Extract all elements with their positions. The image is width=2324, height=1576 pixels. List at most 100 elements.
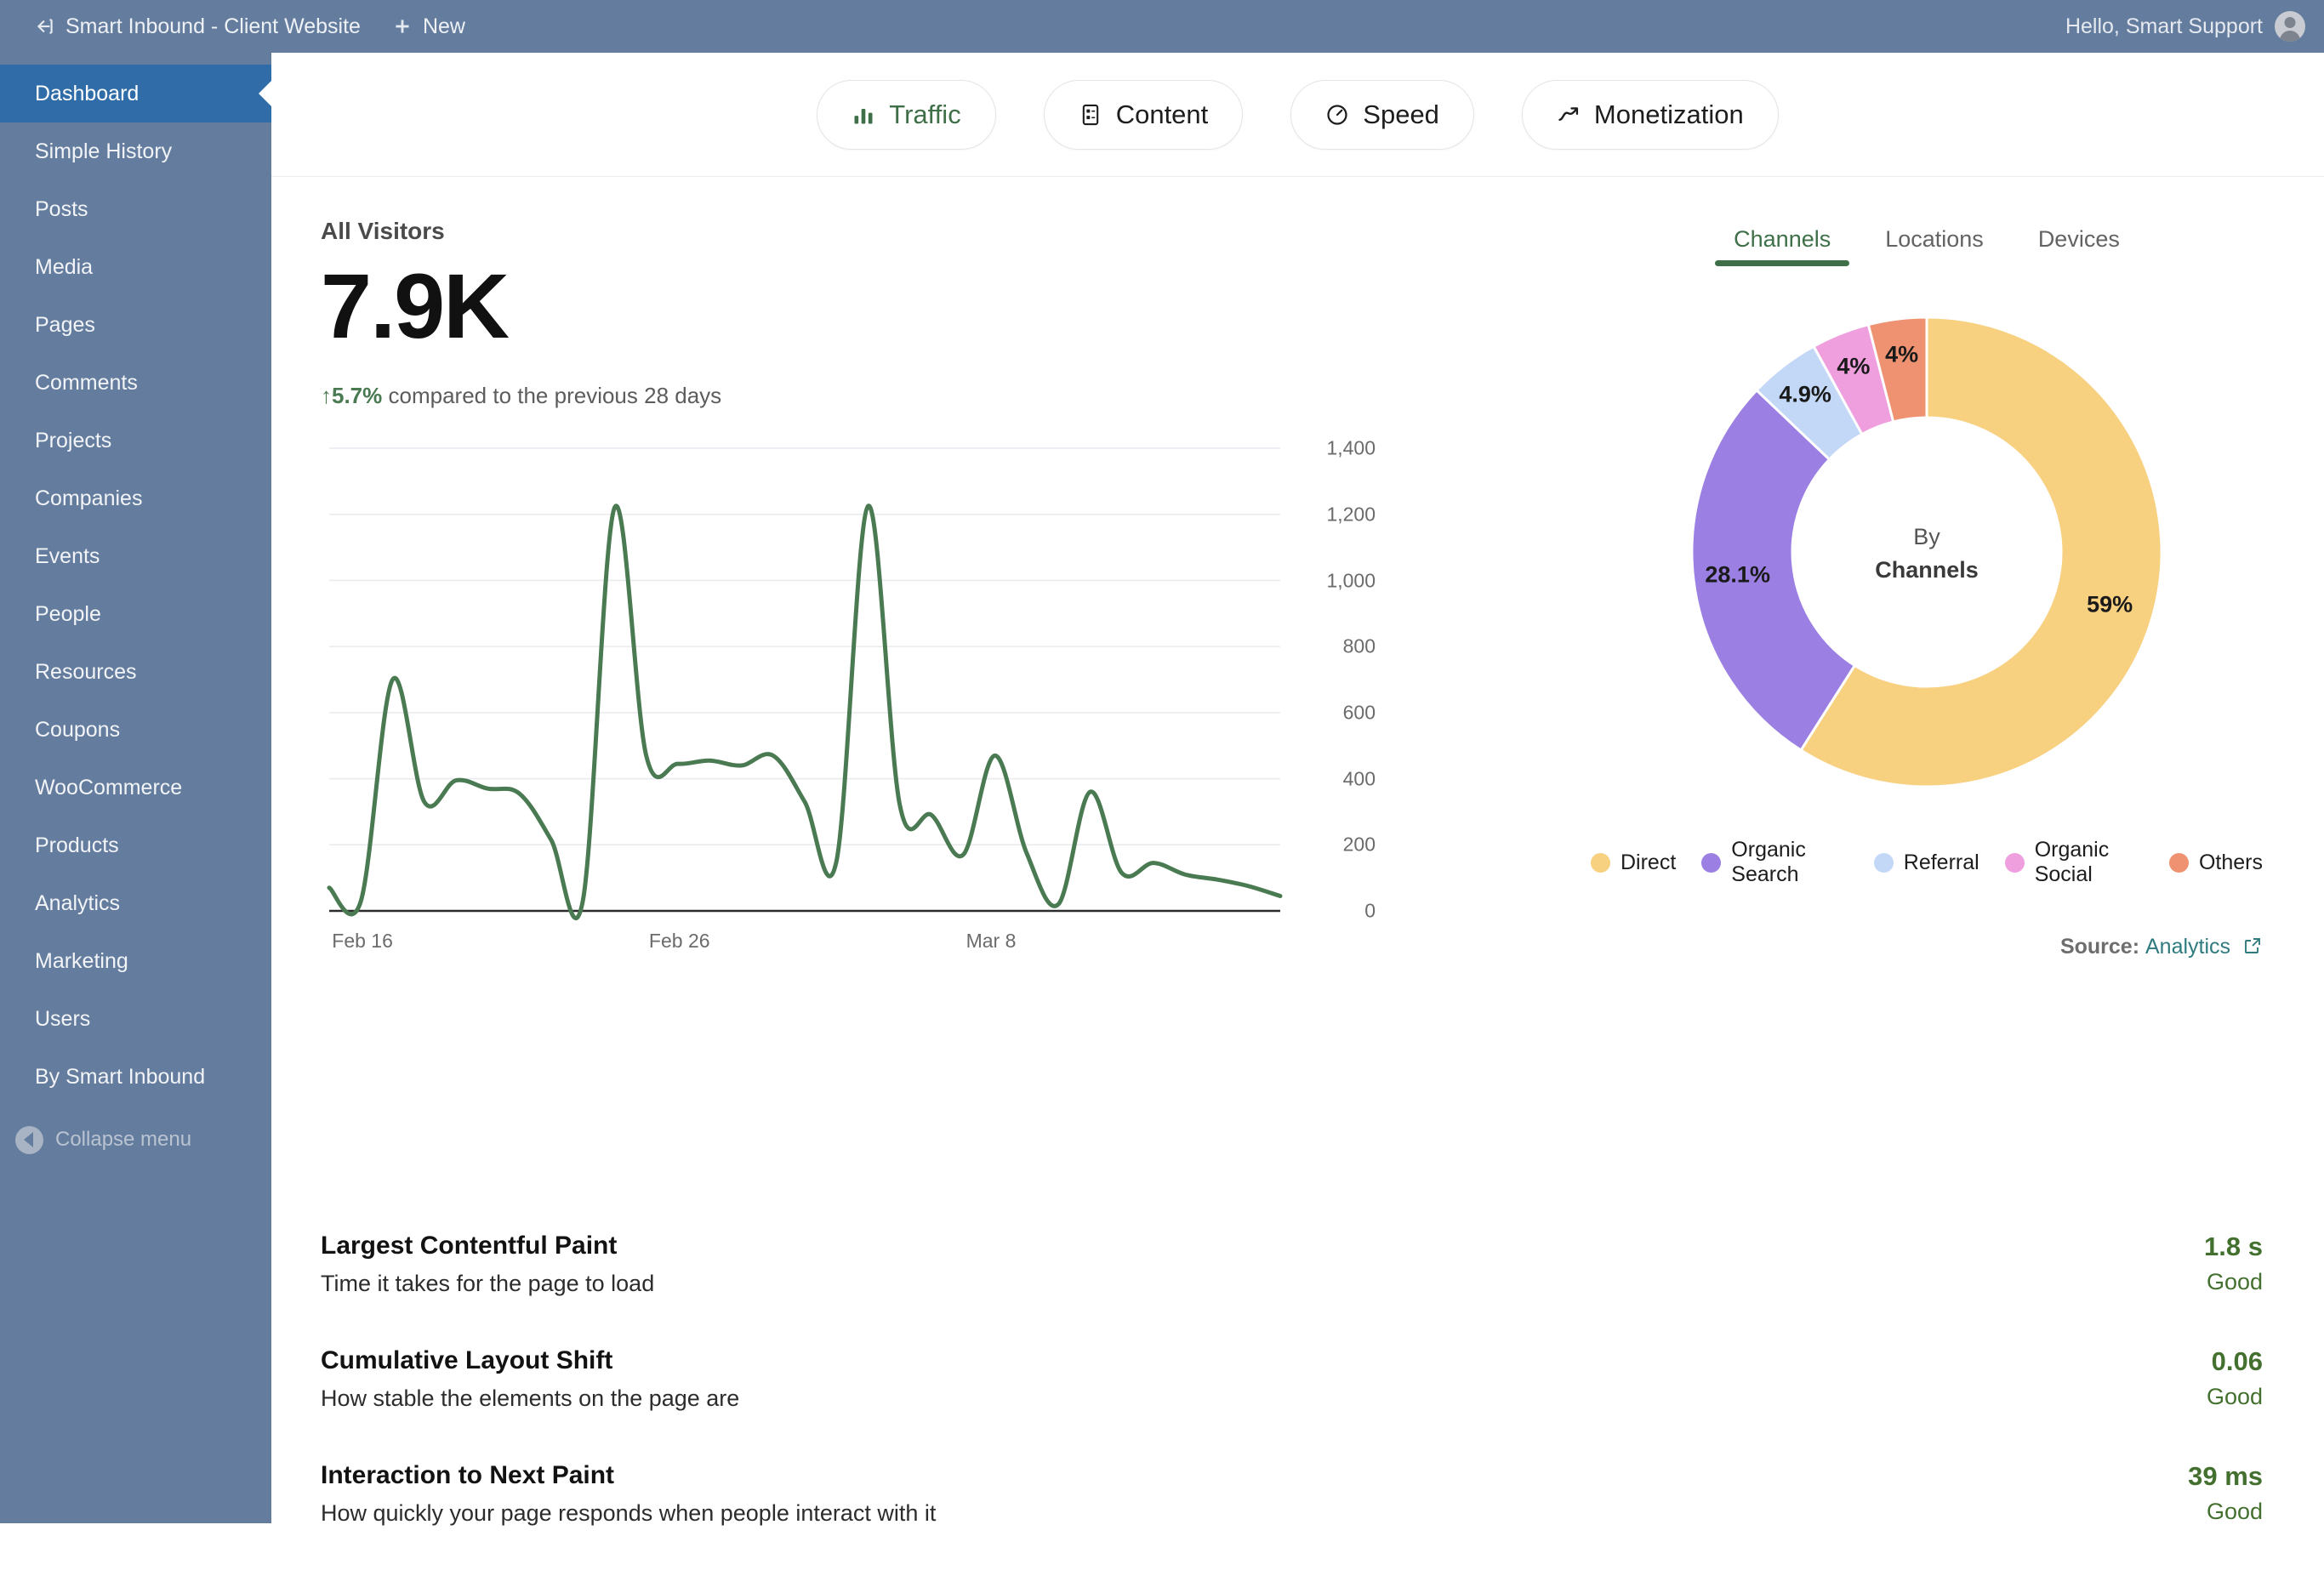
segment-tabs: Channels Locations Devices — [1591, 218, 2263, 266]
sidebar-menu: Dashboard Simple History Posts Media Pages Co… — [0, 65, 271, 1106]
metric-title: Cumulative Layout Shift — [321, 1346, 613, 1374]
content-layout-icon — [1079, 103, 1102, 127]
channels-donut-chart[interactable]: By Channels 59% 28.1% 4.9% 4% 4% — [1591, 282, 2263, 826]
sidebar-item-label: Projects — [35, 428, 112, 452]
donut-center-line1: By — [1913, 523, 1940, 549]
gauge-icon — [1325, 103, 1349, 127]
sidebar-item-users[interactable]: Users — [0, 990, 271, 1048]
metric-row: Cumulative Layout Shift How stable the el… — [321, 1346, 2263, 1412]
metric-description: How stable the elements on the page are — [321, 1385, 740, 1411]
channels-panel: Channels Locations Devices By Channels 5… — [1591, 218, 2263, 962]
metric-status: Good — [2206, 1384, 2263, 1409]
sidebar-item-people[interactable]: People — [0, 585, 271, 643]
sidebar-item-resources[interactable]: Resources — [0, 643, 271, 701]
donut-slice-label: 4% — [1885, 341, 1919, 367]
legend-item-referral[interactable]: Referral — [1873, 851, 1979, 875]
admin-bar-left: Smart Inbound - Client Website New — [0, 0, 481, 53]
metric-text: Interaction to Next Paint How quickly you… — [321, 1461, 936, 1527]
sidebar-item-companies[interactable]: Companies — [0, 469, 271, 527]
legend-label: Others — [2198, 850, 2263, 874]
metric-description: Time it takes for the page to load — [321, 1271, 655, 1296]
donut-legend: Direct Organic Search Referral Organic Soci… — [1591, 838, 2263, 887]
sidebar-item-label: Comments — [35, 370, 138, 395]
sidebar-item-comments[interactable]: Comments — [0, 354, 271, 412]
sidebar-item-label: Users — [35, 1006, 91, 1031]
delta-comparison-text: compared to the previous 28 days — [388, 383, 722, 409]
y-tick-label: 600 — [1342, 701, 1376, 724]
y-tick-label: 400 — [1342, 767, 1376, 790]
avatar — [2275, 11, 2305, 42]
sidebar-item-simple-history[interactable]: Simple History — [0, 122, 271, 180]
tab-traffic-label: Traffic — [889, 99, 961, 129]
tab-monetization[interactable]: Monetization — [1521, 79, 1779, 150]
segment-tab-locations[interactable]: Locations — [1858, 218, 2011, 266]
source-analytics-link[interactable]: Analytics — [2145, 935, 2230, 959]
sidebar-item-events[interactable]: Events — [0, 527, 271, 585]
sidebar-item-marketing[interactable]: Marketing — [0, 932, 271, 990]
legend-item-direct[interactable]: Direct — [1591, 851, 1676, 875]
segment-tab-devices[interactable]: Devices — [2011, 218, 2147, 266]
dashboard-tabbar: Traffic Content Speed Monetization — [271, 53, 2324, 177]
legend-label: Direct — [1621, 850, 1677, 874]
back-arrow-icon — [34, 15, 56, 37]
legend-item-organic-search[interactable]: Organic Search — [1701, 838, 1848, 887]
sidebar-item-pages[interactable]: Pages — [0, 296, 271, 354]
legend-label: Organic Social — [2034, 838, 2110, 886]
sidebar-item-projects[interactable]: Projects — [0, 412, 271, 469]
metric-status: Good — [2206, 1269, 2263, 1294]
tab-speed[interactable]: Speed — [1290, 79, 1474, 150]
sidebar-item-analytics[interactable]: Analytics — [0, 874, 271, 932]
metric-row: Interaction to Next Paint How quickly you… — [321, 1461, 2263, 1527]
legend-item-others[interactable]: Others — [2168, 850, 2263, 875]
traffic-panel: All Visitors 7.9K ↑5.7% compared to the … — [271, 177, 2324, 1526]
delta-arrow-icon: ↑ — [321, 383, 332, 409]
sidebar-item-label: Pages — [35, 312, 95, 337]
sidebar-item-products[interactable]: Products — [0, 816, 271, 874]
y-tick-label: 1,200 — [1326, 503, 1376, 526]
metric-value: 0.06 — [2211, 1346, 2263, 1376]
sidebar-item-woocommerce[interactable]: WooCommerce — [0, 759, 271, 816]
legend-color-swatch — [1701, 852, 1722, 873]
collapse-menu-button[interactable]: Collapse menu — [0, 1111, 271, 1169]
metric-title: Interaction to Next Paint — [321, 1461, 615, 1489]
new-label: New — [422, 14, 465, 38]
sidebar-item-media[interactable]: Media — [0, 238, 271, 296]
donut-slice-label: 4% — [1837, 353, 1871, 379]
metric-text: Cumulative Layout Shift How stable the el… — [321, 1346, 739, 1412]
sidebar-item-by-smart-inbound[interactable]: By Smart Inbound — [0, 1048, 271, 1106]
legend-color-swatch — [1591, 852, 1610, 873]
sidebar-item-label: Resources — [35, 659, 137, 684]
legend-item-organic-social[interactable]: Organic Social — [2004, 838, 2144, 887]
sidebar-item-label: Dashboard — [35, 81, 140, 105]
tab-traffic[interactable]: Traffic — [817, 79, 996, 150]
account-menu[interactable]: Hello, Smart Support — [2065, 11, 2324, 42]
y-tick-label: 800 — [1342, 634, 1376, 657]
y-tick-label: 1,000 — [1326, 569, 1376, 592]
external-link-icon[interactable] — [2242, 936, 2263, 962]
donut-center-line2: Channels — [1875, 557, 1979, 583]
y-tick-label: 0 — [1364, 899, 1376, 922]
metric-value: 39 ms — [2188, 1461, 2263, 1491]
tab-content[interactable]: Content — [1043, 79, 1244, 150]
sidebar-item-label: Analytics — [35, 890, 121, 915]
site-name-link[interactable]: Smart Inbound - Client Website — [19, 0, 376, 53]
x-tick-label: Mar 8 — [965, 930, 1017, 953]
main-content: Traffic Content Speed Monetization All V… — [271, 53, 2324, 1526]
sidebar-item-label: By Smart Inbound — [35, 1064, 206, 1089]
bar-chart-icon — [852, 103, 875, 127]
donut-slice-label: 28.1% — [1705, 561, 1770, 588]
sidebar-item-posts[interactable]: Posts — [0, 180, 271, 238]
chevron-left-circle-icon — [15, 1125, 43, 1154]
new-content-button[interactable]: New — [376, 0, 481, 53]
sidebar-item-label: Events — [35, 543, 100, 568]
sidebar-item-label: People — [35, 601, 101, 626]
sidebar-item-coupons[interactable]: Coupons — [0, 701, 271, 759]
segment-tab-channels[interactable]: Channels — [1706, 218, 1858, 266]
sidebar-item-dashboard[interactable]: Dashboard — [0, 65, 271, 122]
visitors-line-chart[interactable]: 0 200 400 600 800 1,000 1,200 1,400 Feb 16 Feb 2… — [321, 433, 1376, 960]
legend-color-swatch — [1873, 852, 1894, 873]
y-tick-label: 200 — [1342, 833, 1376, 856]
plus-icon — [391, 15, 413, 37]
y-tick-label: 1,400 — [1326, 436, 1376, 459]
sidebar-item-label: Marketing — [35, 948, 128, 973]
